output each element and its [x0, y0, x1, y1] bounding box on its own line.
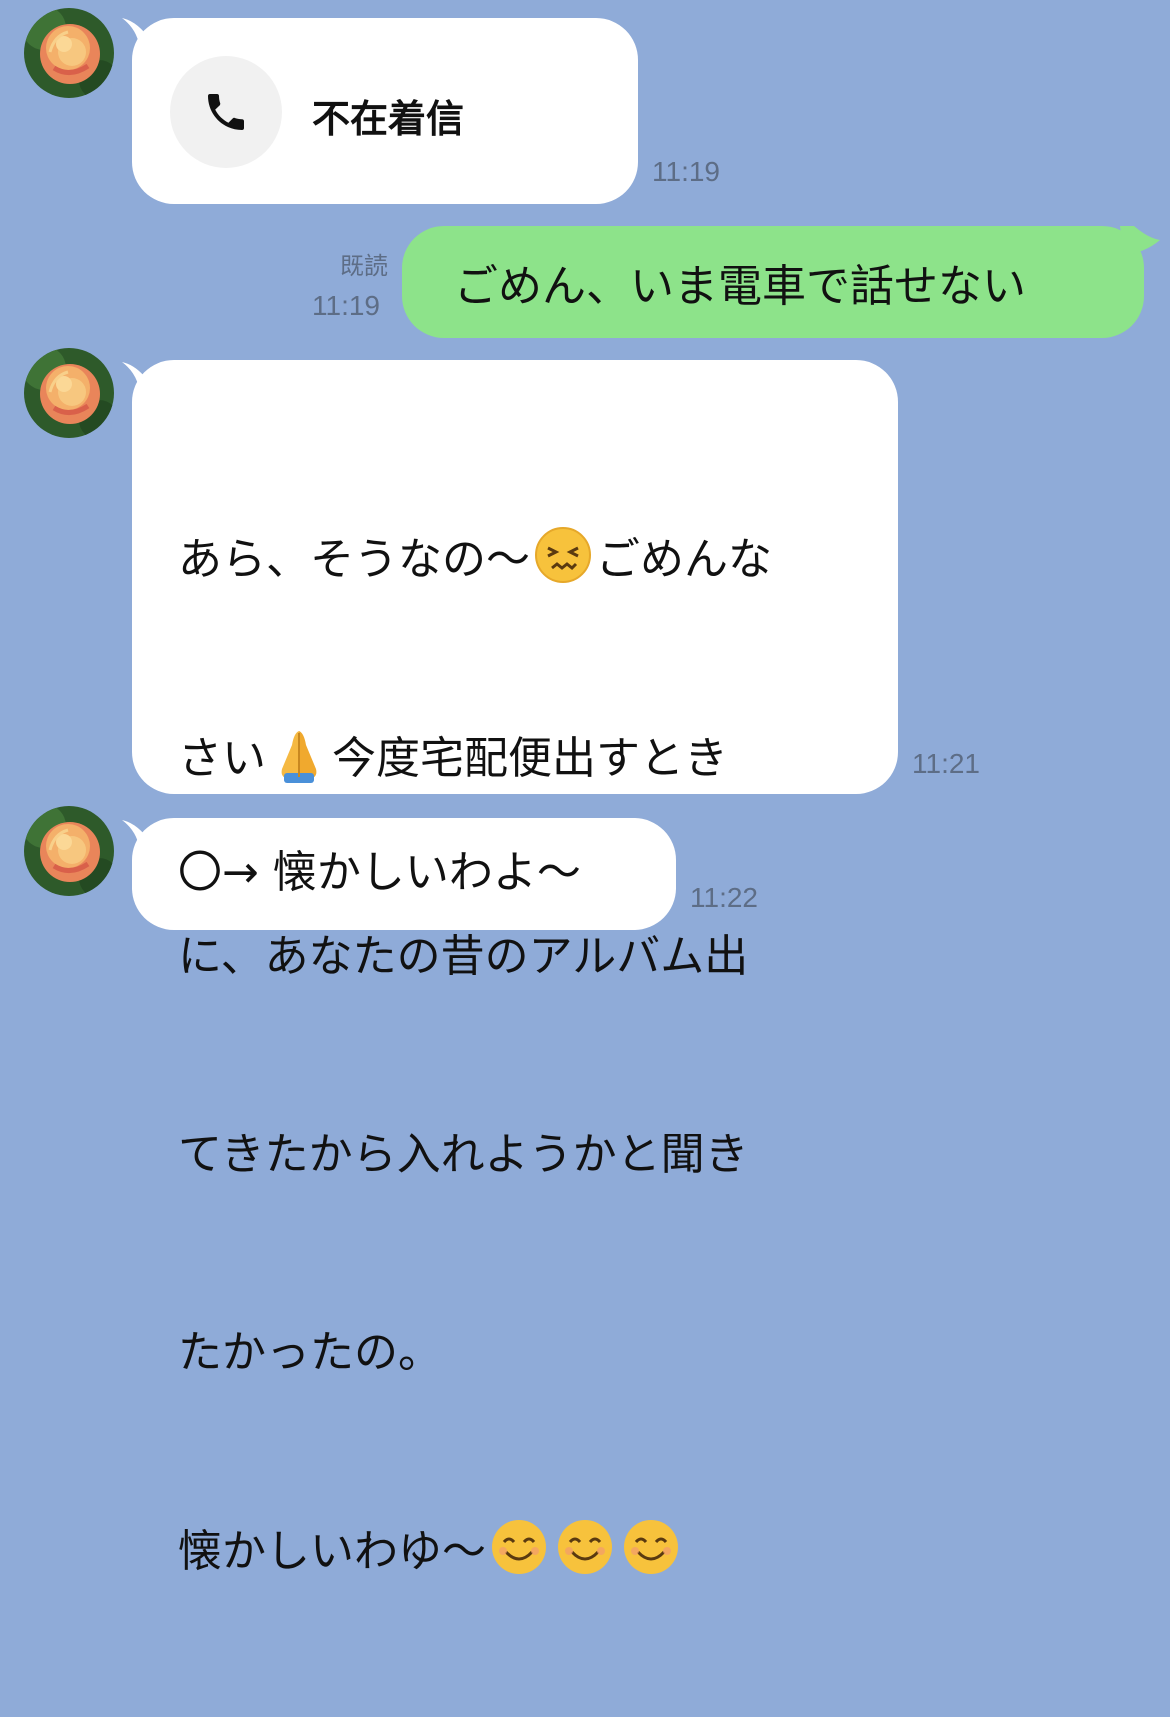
contact-avatar[interactable] [24, 348, 114, 438]
smiling-face-emoji [622, 1518, 680, 1576]
message-time: 11:22 [690, 882, 758, 913]
call-icon-circle [170, 56, 282, 168]
message-line: 懐かしいわゆ〜 [178, 1518, 898, 1585]
confounded-face-emoji [534, 526, 592, 584]
folded-hands-emoji [270, 725, 328, 783]
text-segment: 懐かしいわゆ〜 [178, 1526, 486, 1577]
message-time: 11:19 [652, 156, 720, 187]
message-line: あら、そうなの〜 ごめんな [178, 526, 898, 593]
read-receipt: 既読 [340, 252, 388, 280]
smiling-face-emoji [490, 1518, 548, 1576]
sent-message-bubble[interactable]: ごめん、いま電車で話せない [402, 226, 1144, 338]
missed-call-label: 不在着信 [312, 97, 465, 141]
missed-call-bubble[interactable]: 不在着信 [132, 18, 638, 204]
contact-avatar[interactable] [24, 806, 114, 896]
message-text: 〇→ 懐かしいわよ〜 [178, 847, 581, 898]
message-text: ごめん、いま電車で話せない [454, 261, 1026, 312]
message-line: てきたから入れようかと聞き [178, 1129, 749, 1180]
text-segment: 今度宅配便出すとき [332, 733, 728, 784]
text-segment: あら、そうなの〜 [178, 534, 530, 585]
message-text: あら、そうなの〜 ごめんな さい 今度宅配便出すとき に、あなたの昔のアルバム出 て… [178, 394, 898, 1717]
received-message-bubble[interactable]: あら、そうなの〜 ごめんな さい 今度宅配便出すとき に、あなたの昔のアルバム出 て… [132, 360, 898, 1577]
message-line: さい 今度宅配便出すとき [178, 725, 898, 792]
rose-avatar-icon [24, 8, 114, 98]
received-message-bubble[interactable]: 〇→ 懐かしいわよ〜 [132, 818, 676, 930]
smiling-face-emoji [556, 1518, 614, 1576]
text-segment: ごめんな [596, 534, 772, 585]
rose-avatar-icon [24, 806, 114, 896]
message-line: たかったの。 [178, 1327, 442, 1378]
text-segment: さい [178, 733, 266, 784]
bubble-tail [1120, 226, 1160, 256]
phone-icon [208, 94, 244, 130]
message-time: 11:21 [912, 748, 980, 779]
message-time: 11:19 [312, 290, 380, 321]
contact-avatar[interactable] [24, 8, 114, 98]
message-line: に、あなたの昔のアルバム出 [178, 931, 749, 982]
rose-avatar-icon [24, 348, 114, 438]
